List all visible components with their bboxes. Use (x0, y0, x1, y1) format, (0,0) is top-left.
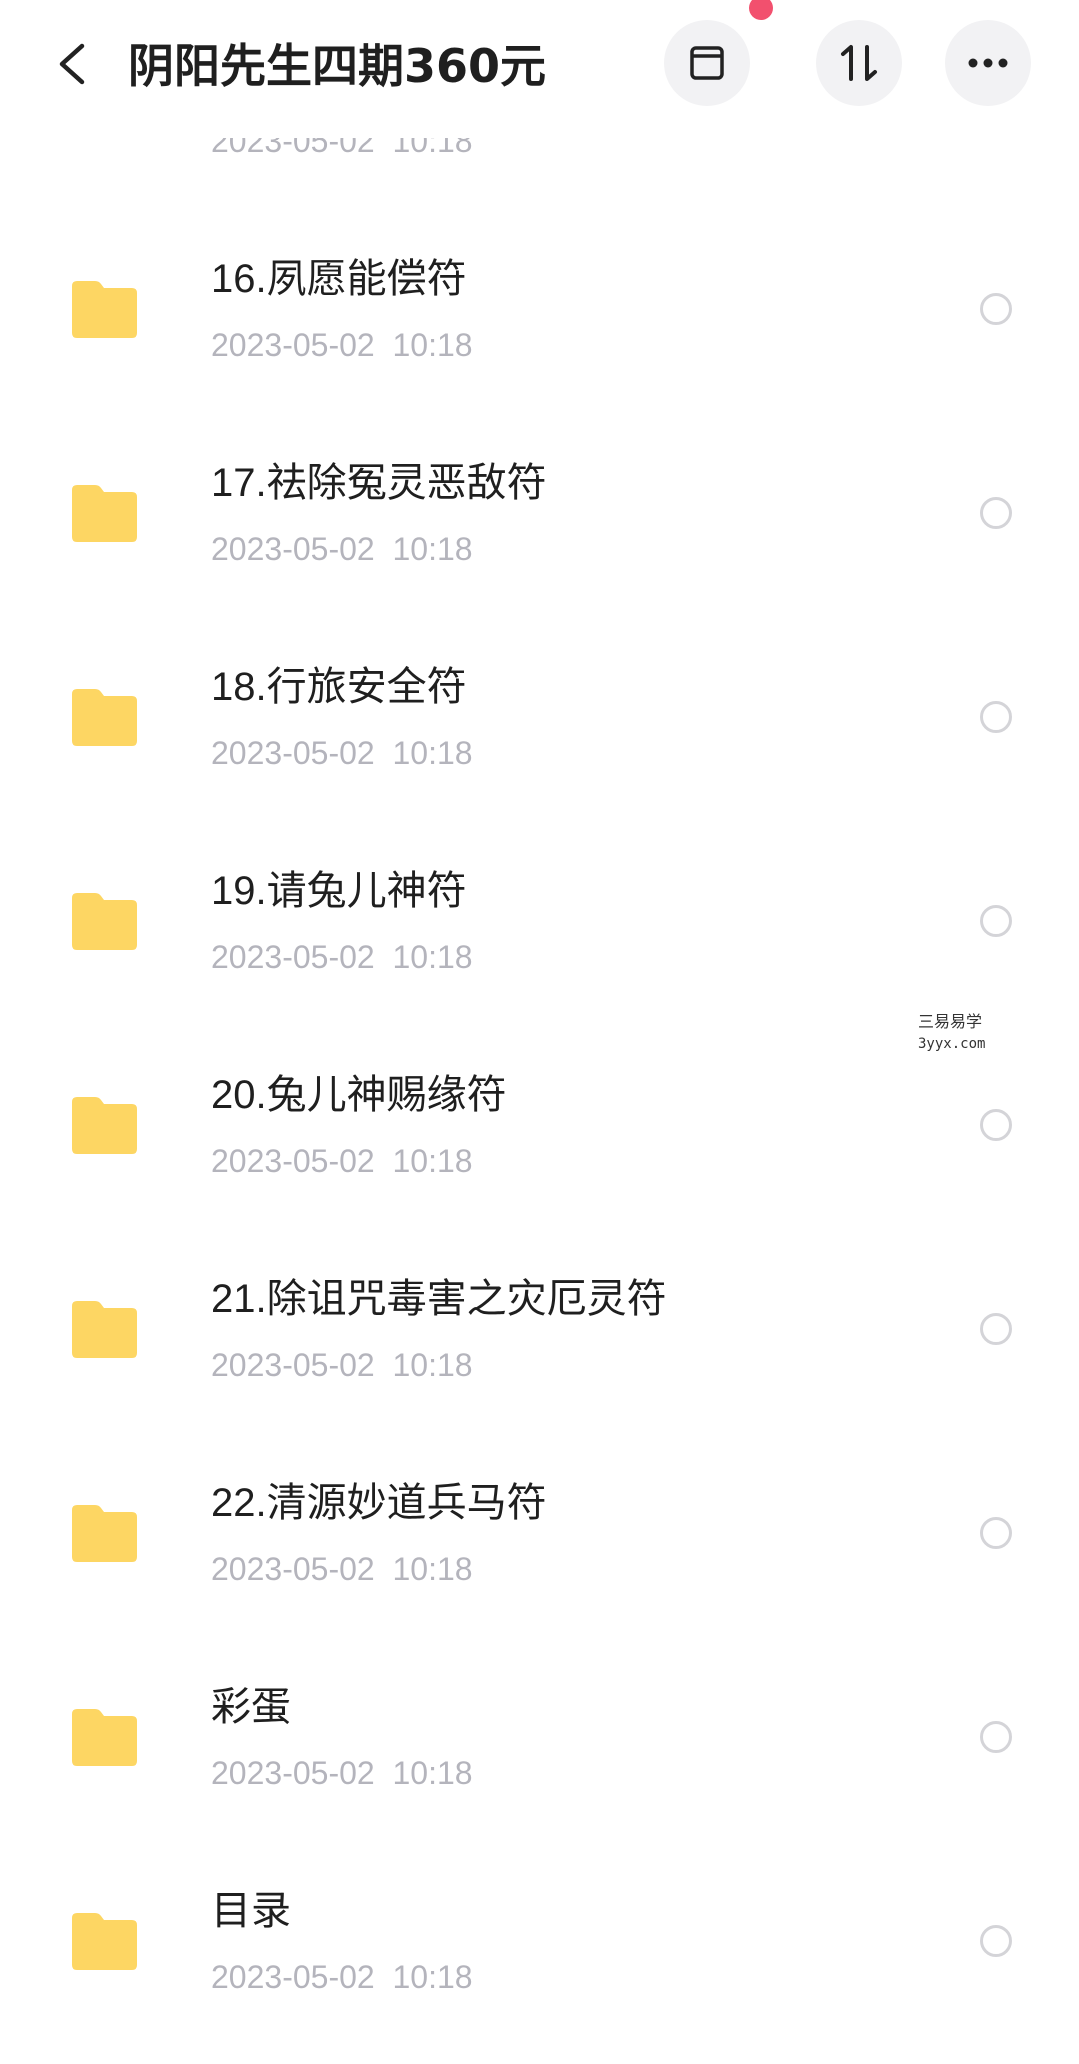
more-button[interactable] (945, 20, 1031, 106)
watermark-line-1: 三易易学 (918, 1012, 983, 1031)
file-name: 目录 (211, 1889, 291, 1933)
archive-icon (690, 46, 724, 80)
select-radio[interactable] (980, 905, 1012, 937)
folder-icon (72, 1505, 137, 1562)
select-radio[interactable] (980, 293, 1012, 325)
sort-button[interactable] (816, 20, 902, 106)
select-radio[interactable] (980, 497, 1012, 529)
file-date: 2023-05-02 10:18 (211, 531, 473, 567)
archive-button[interactable] (664, 20, 750, 106)
file-row[interactable]: 21.除诅咒毒害之灾厄灵符 2023-05-02 10:18 (0, 1239, 1079, 1443)
folder-icon (72, 281, 137, 338)
file-date: 2023-05-02 10:18 (211, 735, 473, 771)
more-icon (968, 58, 1008, 68)
file-name: 19.请兔儿神符 (211, 869, 467, 913)
file-row[interactable]: 目录 2023-05-02 10:18 (0, 1851, 1079, 2055)
folder-icon (72, 1097, 137, 1154)
chevron-left-icon (59, 43, 85, 85)
file-row[interactable]: 20.兔儿神赐缘符 2023-05-02 10:18 (0, 1035, 1079, 1239)
folder-icon (72, 1301, 137, 1358)
folder-icon (72, 485, 137, 542)
file-row[interactable]: 19.请兔儿神符 2023-05-02 10:18 (0, 831, 1079, 1035)
file-name: 20.兔儿神赐缘符 (211, 1073, 507, 1117)
select-radio[interactable] (980, 1109, 1012, 1141)
back-button[interactable] (48, 36, 96, 92)
select-radio[interactable] (980, 701, 1012, 733)
file-name: 21.除诅咒毒害之灾厄灵符 (211, 1277, 667, 1321)
folder-icon (72, 689, 137, 746)
file-name: 16.夙愿能偿符 (211, 257, 467, 301)
file-date: 2023-05-02 10:18 (211, 1347, 473, 1383)
file-date: 2023-05-02 10:18 (211, 1551, 473, 1587)
folder-icon (72, 1913, 137, 1970)
file-date: 2023-05-02 10:18 (211, 1143, 473, 1179)
folder-icon (72, 893, 137, 950)
file-date: 2023-05-02 10:18 (211, 327, 473, 363)
file-name: 22.清源妙道兵马符 (211, 1481, 547, 1525)
select-radio[interactable] (980, 1517, 1012, 1549)
watermark: 三易易学 3yyx.com (918, 1010, 985, 1056)
file-row[interactable]: 彩蛋 2023-05-02 10:18 (0, 1647, 1079, 1851)
file-row[interactable]: 16.夙愿能偿符 2023-05-02 10:18 (0, 219, 1079, 423)
select-radio[interactable] (980, 1313, 1012, 1345)
top-bar: 阴阳先生四期360元 (0, 0, 1079, 138)
file-date: 2023-05-02 10:18 (211, 1755, 473, 1791)
page-title: 阴阳先生四期360元 (128, 39, 547, 93)
select-radio[interactable] (980, 1925, 1012, 1957)
file-browser-screen: 阴阳先生四期360元 2023-05-02 10:18 16.夙愿能偿符 202… (0, 0, 1079, 2064)
file-row[interactable]: 22.清源妙道兵马符 2023-05-02 10:18 (0, 1443, 1079, 1647)
file-name: 18.行旅安全符 (211, 665, 467, 709)
select-radio[interactable] (980, 1721, 1012, 1753)
file-date: 2023-05-02 10:18 (211, 1959, 473, 1995)
sort-icon (841, 45, 877, 81)
file-name: 17.祛除冤灵恶敌符 (211, 461, 547, 505)
file-row[interactable]: 17.祛除冤灵恶敌符 2023-05-02 10:18 (0, 423, 1079, 627)
file-name: 彩蛋 (211, 1685, 291, 1729)
file-date: 2023-05-02 10:18 (211, 939, 473, 975)
file-row[interactable]: 18.行旅安全符 2023-05-02 10:18 (0, 627, 1079, 831)
watermark-line-2: 3yyx.com (918, 1036, 986, 1052)
folder-icon (72, 1709, 137, 1766)
